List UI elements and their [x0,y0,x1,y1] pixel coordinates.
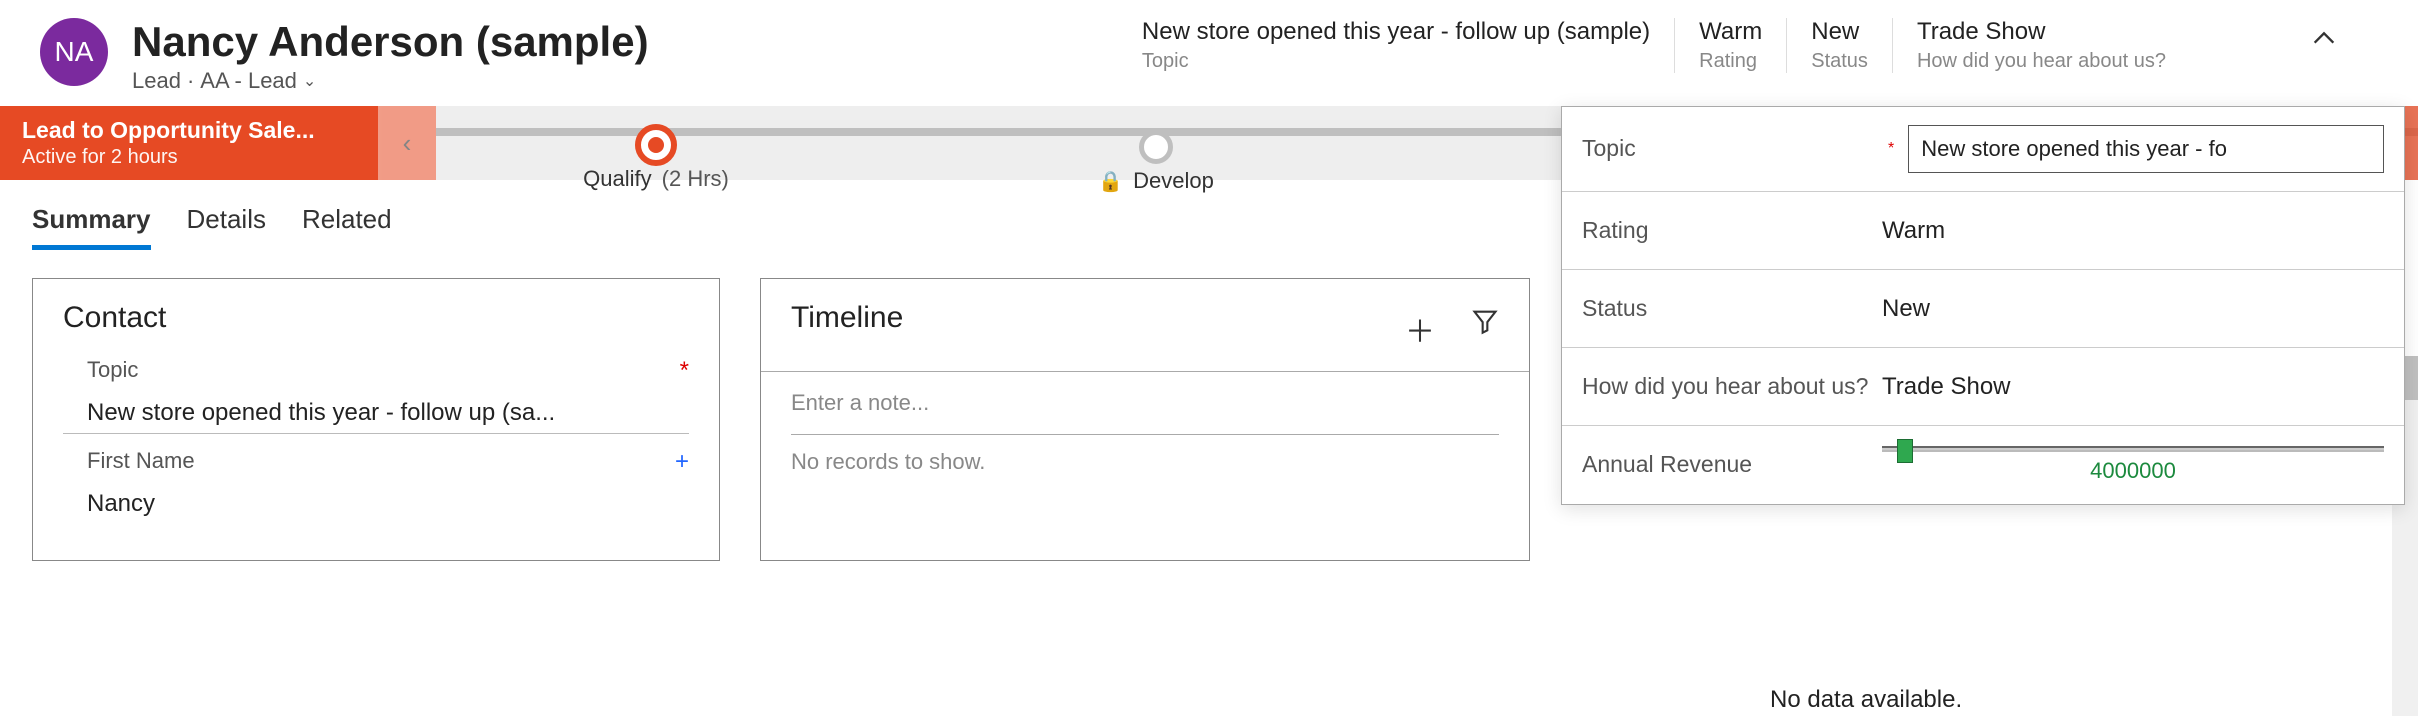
add-icon[interactable]: ＋ [1405,307,1435,351]
record-title: Nancy Anderson (sample) [132,18,952,66]
right-panel-empty: No data available. [1770,686,1962,714]
flyout-row-rating[interactable]: Rating Warm [1562,192,2404,270]
chevron-up-icon [2310,24,2338,52]
tab-related[interactable]: Related [302,204,392,250]
recommended-icon: + [675,448,689,476]
stage-qualify[interactable]: Qualify (2 Hrs) [635,120,677,166]
stage-dot-active-icon [635,124,677,166]
slider-handle[interactable] [1897,439,1913,463]
field-topic[interactable]: Topic * New store opened this year - fol… [63,357,689,434]
header-field-topic[interactable]: New store opened this year - follow up (… [1142,18,1674,73]
tab-details[interactable]: Details [187,204,266,250]
note-input[interactable]: Enter a note... [791,372,1499,435]
header-collapse-toggle[interactable] [2310,18,2338,58]
filter-icon[interactable] [1471,307,1499,351]
contact-heading: Contact [63,301,689,335]
process-name-block[interactable]: Lead to Opportunity Sale... Active for 2… [0,106,378,180]
flyout-row-source[interactable]: How did you hear about us? Trade Show [1562,348,2404,426]
process-prev-button[interactable]: ‹ [378,106,436,180]
flyout-row-revenue[interactable]: Annual Revenue 4000000 [1562,426,2404,504]
stage-develop[interactable]: 🔒 Develop [1139,122,1173,164]
flyout-row-topic: Topic * [1562,107,2404,192]
field-first-name[interactable]: First Name + Nancy [63,448,689,524]
revenue-slider[interactable] [1882,446,2384,452]
avatar: NA [40,18,108,86]
header-field-rating[interactable]: Warm Rating [1674,18,1786,73]
required-icon: * [1888,140,1894,158]
stage-dot-icon [1139,130,1173,164]
header-field-source[interactable]: Trade Show How did you hear about us? [1892,18,2190,73]
required-icon: * [680,357,689,385]
header-fields: New store opened this year - follow up (… [1142,18,2378,73]
flyout-row-status[interactable]: Status New [1562,270,2404,348]
header-flyout: Topic * Rating Warm Status New How did y… [1561,106,2405,505]
timeline-empty: No records to show. [791,435,1499,489]
contact-section: Contact Topic * New store opened this ye… [32,278,720,561]
tab-summary[interactable]: Summary [32,204,151,250]
topic-input[interactable] [1908,125,2384,173]
timeline-heading: Timeline [791,301,903,335]
record-header: NA Nancy Anderson (sample) Lead · AA - L… [0,0,2418,106]
record-subtitle[interactable]: Lead · AA - Lead ⌄ [132,68,952,94]
chevron-down-icon: ⌄ [303,71,316,91]
revenue-value: 4000000 [2090,458,2176,484]
lock-icon: 🔒 [1098,169,1123,194]
chevron-left-icon: ‹ [403,128,412,159]
header-field-status[interactable]: New Status [1786,18,1892,73]
timeline-section: Timeline ＋ Enter a note... No records to… [760,278,1530,561]
